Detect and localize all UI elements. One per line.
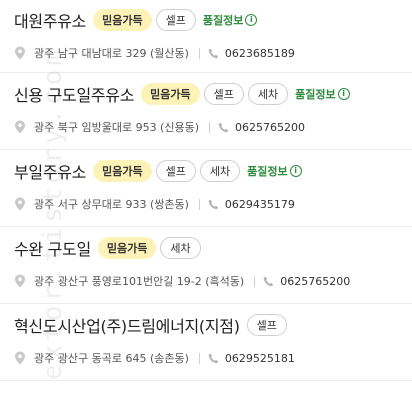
station-card[interactable]: 수완 구도일 믿음가득 세차 광주 광산구 풍영로101번안길 19-2 (흑석… <box>0 227 412 304</box>
station-address: 광주 광산구 풍영로101번안길 19-2 (흑석동) <box>34 275 245 288</box>
quality-info-label: 품질정보 <box>295 88 336 101</box>
phone-icon <box>208 353 218 363</box>
trust-badge: 믿음가득 <box>93 9 152 31</box>
trust-badge: 믿음가득 <box>93 160 152 182</box>
car-wash-badge: 세차 <box>160 237 201 259</box>
self-badge: 셀프 <box>155 160 196 182</box>
station-header: 수완 구도일 믿음가득 세차 <box>14 234 412 262</box>
info-icon: i <box>245 14 258 26</box>
station-meta: 광주 남구 대남대로 329 (월산동) 0623685189 <box>14 45 412 61</box>
station-address: 광주 서구 상무대로 933 (쌍촌동) <box>34 198 189 211</box>
trust-badge: 믿음가득 <box>141 83 200 105</box>
station-meta: 광주 광산구 동곡로 645 (송촌동) 0629525181 <box>14 350 412 366</box>
phone-icon <box>208 48 218 58</box>
station-card[interactable]: 부일주유소 믿음가득 셀프 세차 품질정보 i 광주 서구 상무대로 933 (쌍… <box>0 150 412 227</box>
station-card[interactable]: 대원주유소 믿음가득 셀프 품질정보 i 광주 남구 대남대로 329 (월산동)… <box>0 0 412 73</box>
trust-badge: 믿음가득 <box>97 237 157 259</box>
map-pin-icon <box>15 120 25 134</box>
station-name[interactable]: 대원주유소 <box>14 8 86 32</box>
info-icon: i <box>289 165 302 177</box>
station-name[interactable]: 혁신도시산업(주)드림에너지(지점) <box>14 313 240 337</box>
divider <box>198 47 200 59</box>
divider <box>198 198 200 210</box>
self-badge: 셀프 <box>155 9 196 31</box>
car-wash-badge: 세차 <box>199 160 241 182</box>
station-address: 광주 북구 임방울대로 953 (신용동) <box>34 121 200 134</box>
station-phone[interactable]: 0629435179 <box>225 198 295 211</box>
station-phone[interactable]: 0623685189 <box>225 47 295 60</box>
station-card[interactable]: 혁신도시산업(주)드림에너지(지점) 셀프 광주 광산구 동곡로 645 (송촌… <box>0 304 412 381</box>
station-header: 부일주유소 믿음가득 셀프 세차 품질정보 i <box>14 157 412 185</box>
station-card[interactable]: 신용 구도일주유소 믿음가득 셀프 세차 품질정보 i 광주 북구 임방울대로 9… <box>0 73 412 150</box>
phone-icon <box>218 122 229 132</box>
station-name[interactable]: 수완 구도일 <box>14 236 91 260</box>
station-meta: 광주 서구 상무대로 933 (쌍촌동) 0629435179 <box>14 196 412 212</box>
map-pin-icon <box>15 197 25 211</box>
station-meta: 광주 광산구 풍영로101번안길 19-2 (흑석동) 0625765200 <box>14 273 412 289</box>
car-wash-badge: 세차 <box>247 83 289 105</box>
divider <box>209 121 211 133</box>
station-phone[interactable]: 0625765200 <box>235 121 305 134</box>
quality-info-link[interactable]: 품질정보 i <box>247 163 302 179</box>
station-name[interactable]: 신용 구도일주유소 <box>14 82 134 106</box>
quality-info-label: 품질정보 <box>202 14 244 27</box>
self-badge: 셀프 <box>203 83 244 105</box>
phone-icon <box>208 199 218 209</box>
station-address: 광주 광산구 동곡로 645 (송촌동) <box>34 352 189 365</box>
station-header: 대원주유소 믿음가득 셀프 품질정보 i <box>14 6 412 34</box>
divider <box>254 275 256 287</box>
station-phone[interactable]: 0625765200 <box>280 275 350 288</box>
station-name[interactable]: 부일주유소 <box>14 159 86 183</box>
quality-info-link[interactable]: 품질정보 i <box>202 12 258 28</box>
quality-info-label: 품질정보 <box>247 165 288 178</box>
map-pin-icon <box>15 46 25 60</box>
station-list: 대원주유소 믿음가득 셀프 품질정보 i 광주 남구 대남대로 329 (월산동)… <box>0 0 412 381</box>
map-pin-icon <box>15 274 25 288</box>
info-icon: i <box>337 88 350 100</box>
map-pin-icon <box>15 351 25 365</box>
station-header: 혁신도시산업(주)드림에너지(지점) 셀프 <box>14 311 412 339</box>
station-meta: 광주 북구 임방울대로 953 (신용동) 0625765200 <box>14 119 412 135</box>
station-address: 광주 남구 대남대로 329 (월산동) <box>34 47 189 60</box>
station-phone[interactable]: 0629525181 <box>225 352 295 365</box>
quality-info-link[interactable]: 품질정보 i <box>295 86 350 102</box>
divider <box>198 352 200 364</box>
station-header: 신용 구도일주유소 믿음가득 셀프 세차 품질정보 i <box>14 80 412 108</box>
phone-icon <box>263 276 274 286</box>
self-badge: 셀프 <box>246 314 287 336</box>
